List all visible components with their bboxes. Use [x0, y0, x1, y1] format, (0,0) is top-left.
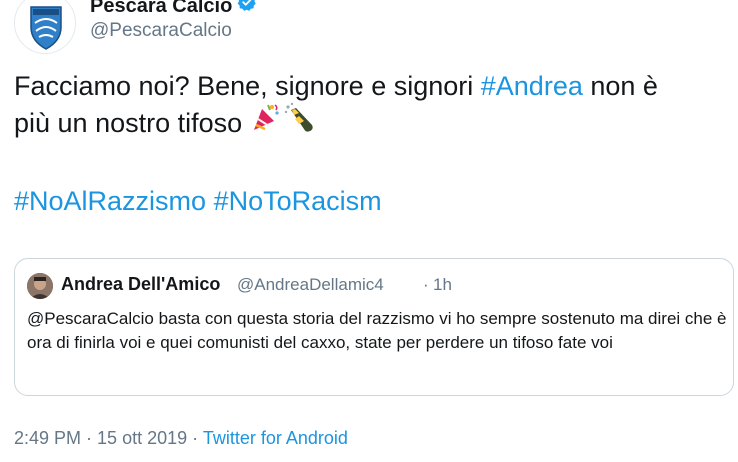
- tweet-date[interactable]: 15 ott 2019: [97, 428, 187, 448]
- party-popper-icon: [250, 101, 282, 143]
- quoted-display-name[interactable]: Andrea Dell'Amico: [61, 274, 220, 295]
- tweet-source-link[interactable]: Twitter for Android: [203, 428, 348, 448]
- quoted-separator: ·: [423, 275, 429, 294]
- tweet-text: Facciamo noi? Bene, signore e signori #A…: [14, 68, 729, 143]
- quoted-handle[interactable]: @AndreaDellamic4: [237, 275, 384, 295]
- quoted-avatar[interactable]: [27, 273, 53, 299]
- hashtag-link[interactable]: #NoToRacism: [214, 186, 382, 216]
- meta-separator: ·: [187, 428, 203, 448]
- quoted-timestamp[interactable]: 1h: [433, 275, 452, 295]
- hashtag-link[interactable]: #NoAlRazzismo: [14, 186, 206, 216]
- display-name[interactable]: Pescara Calcio: [90, 0, 257, 18]
- hashtag-link[interactable]: #Andrea: [481, 71, 583, 101]
- tweet-text-part: Facciamo noi? Bene, signore e signori: [14, 71, 481, 101]
- tweet-meta: 2:49 PM · 15 ott 2019 · Twitter for Andr…: [14, 428, 348, 449]
- tweet-time[interactable]: 2:49 PM: [14, 428, 81, 448]
- handle[interactable]: @PescaraCalcio: [90, 20, 232, 42]
- hashtags-line: #NoAlRazzismo #NoToRacism: [14, 184, 382, 218]
- verified-badge-icon: [237, 0, 257, 18]
- quoted-tweet-card[interactable]: Andrea Dell'Amico @AndreaDellamic4 · 1h …: [14, 258, 734, 396]
- tweet-text-part: più un nostro tifoso: [14, 108, 250, 138]
- quoted-tweet-text: @PescaraCalcio basta con questa storia d…: [27, 309, 727, 352]
- tweet-text-part: non è: [582, 71, 658, 101]
- meta-separator: ·: [81, 428, 98, 448]
- tweet: Pescara Calcio @PescaraCalcio Facciamo n…: [0, 0, 738, 462]
- user-photo-icon: [27, 273, 53, 299]
- avatar[interactable]: [14, 0, 76, 54]
- champagne-icon: [282, 101, 316, 143]
- display-name-text: Pescara Calcio: [90, 0, 233, 17]
- pescara-crest-icon: [15, 0, 75, 53]
